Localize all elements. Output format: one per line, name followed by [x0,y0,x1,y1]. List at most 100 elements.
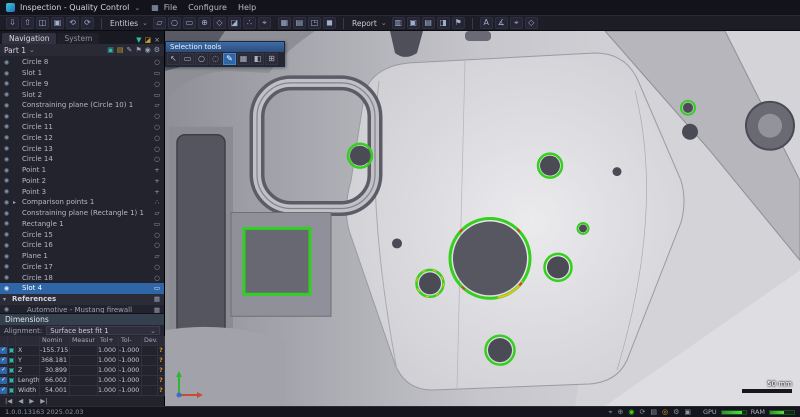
open-project-icon[interactable]: ◫ [36,17,49,29]
report-snapshot-icon[interactable]: ▣ [407,17,420,29]
create-polygon-icon[interactable]: ◇ [213,17,226,29]
chevron-down-icon[interactable]: ⌄ [134,4,140,12]
tab-navigation[interactable]: Navigation [2,33,56,44]
tree-item[interactable]: ◉Rectangle 1▭ [0,218,164,229]
mesh-view-icon[interactable]: ▤ [293,17,306,29]
visibility-eye-icon[interactable]: ◉ [3,91,10,98]
select-circle-icon[interactable]: ○ [195,53,208,65]
tree-item[interactable]: ◉▸Comparison points 1∴ [0,197,164,208]
status-camera-icon[interactable]: ◉ [628,409,634,416]
tree-item[interactable]: ◉Circle 8○ [0,57,164,68]
tree-item[interactable]: ◉Automotive - Mustang firewall▦ [0,305,164,313]
tree-item[interactable]: ◉Circle 18○ [0,272,164,283]
report-chart-icon[interactable]: ▤ [422,17,435,29]
tree-item[interactable]: ◉Circle 9○ [0,79,164,90]
tree-item[interactable]: ◉Point 1+ [0,165,164,176]
tree-item[interactable]: ◉Constraining plane (Circle 10) 1▱ [0,100,164,111]
dimensions-panel-title[interactable]: Dimensions [0,314,164,325]
visibility-eye-icon[interactable]: ◉ [3,177,10,184]
chevron-down-icon[interactable]: ⌄ [142,19,148,27]
menu-file[interactable]: File [164,3,177,12]
tree-item[interactable]: ◉Circle 12○ [0,132,164,143]
chevron-down-icon[interactable]: ⌄ [381,19,387,27]
visibility-eye-icon[interactable]: ◉ [3,253,10,260]
status-measure-icon[interactable]: ⌖ [609,409,613,416]
edit-icon[interactable]: ✎ [126,47,132,54]
tab-system[interactable]: System [57,33,99,44]
visibility-eye-icon[interactable]: ◉ [3,210,10,217]
part-header[interactable]: Part 1 ⌄ ▣▤✎⚑◉⚙ [0,44,164,56]
visibility-eye-icon[interactable]: ◉ [3,285,10,292]
prev-page-icon[interactable]: ◀ [18,398,23,405]
create-surface-icon[interactable]: ◪ [228,17,241,29]
create-point-icon[interactable]: ⊕ [198,17,211,29]
select-invert-icon[interactable]: ◧ [251,53,264,65]
select-freeform-icon[interactable]: ◌ [209,53,222,65]
export-data-icon[interactable]: ⇧ [21,17,34,29]
tree-item[interactable]: ◉Slot 2▭ [0,89,164,100]
visibility-eye-icon[interactable]: ◉ [3,145,10,152]
visibility-eye-icon[interactable]: ◉ [3,231,10,238]
comparison-points-icon[interactable]: ∴ [243,17,256,29]
visibility-eye-icon[interactable]: ◉ [3,102,10,109]
flag-icon[interactable]: ⚑ [135,47,141,54]
expand-arrow-icon[interactable]: ▸ [13,199,19,206]
last-page-icon[interactable]: ▶| [40,398,47,405]
alignment-tool-icon[interactable]: ⌖ [510,17,523,29]
row-checkbox[interactable]: ✓ [0,376,8,386]
color-map-icon[interactable]: ▣ [107,47,114,54]
visibility-eye-icon[interactable]: ◉ [3,220,10,227]
chevron-down-icon[interactable]: ⌄ [29,46,35,54]
annotations-icon[interactable]: A [480,17,493,29]
tree-item[interactable]: ◉Circle 11○ [0,122,164,133]
undo-icon[interactable]: ⟲ [66,17,79,29]
report-export-icon[interactable]: ◨ [437,17,450,29]
visibility-eye-icon[interactable]: ◉ [3,188,10,195]
status-layers-icon[interactable]: ▤ [650,409,657,416]
visibility-eye-icon[interactable]: ◉ [3,80,10,87]
viewport[interactable]: Selection tools ↖▭○◌✎▦◧⊞ 50 mm [165,31,800,406]
redo-icon[interactable]: ⟳ [81,17,94,29]
filter-icon[interactable]: ▼ [136,37,141,44]
grid-view-icon[interactable]: ▦ [278,17,291,29]
tree-item[interactable]: ◉Point 3+ [0,186,164,197]
first-page-icon[interactable]: |◀ [5,398,12,405]
tree-item[interactable]: ◉Circle 14○ [0,154,164,165]
help-icon[interactable]: ? [158,366,165,376]
selection-tools-title[interactable]: Selection tools [166,42,284,52]
select-brush-icon[interactable]: ✎ [223,53,236,65]
tree-item[interactable]: ◉Circle 10○ [0,111,164,122]
status-settings-icon[interactable]: ⚙ [673,409,679,416]
tree-item[interactable]: ◉Circle 17○ [0,262,164,273]
row-checkbox[interactable]: ✓ [0,386,8,396]
annotations-toggle-icon[interactable]: ▤ [117,47,124,54]
menu-configure[interactable]: Configure [188,3,227,12]
tree-settings-icon[interactable]: ⚙ [154,47,160,54]
close-panel-icon[interactable]: × [154,37,160,44]
next-page-icon[interactable]: ▶ [29,398,34,405]
camera-icon[interactable]: ◉ [145,47,151,54]
help-icon[interactable]: ? [158,356,165,366]
alignment-select[interactable]: Surface best fit 1 ⌄ [46,326,160,335]
visibility-eye-icon[interactable]: ◉ [3,199,10,206]
tree-item[interactable]: ◉Circle 13○ [0,143,164,154]
visibility-eye-icon[interactable]: ◉ [3,70,10,77]
tree-item[interactable]: ▾References▦ [0,294,164,305]
create-plane-icon[interactable]: ▱ [153,17,166,29]
visibility-eye-icon[interactable]: ◉ [3,263,10,270]
dimension-tool-icon[interactable]: ∡ [495,17,508,29]
row-checkbox[interactable]: ✓ [0,346,8,356]
tree-item[interactable]: ◉Plane 1▱ [0,251,164,262]
3d-scene[interactable] [165,31,800,406]
app-grid-icon[interactable]: ▦ [151,3,159,12]
tree-item[interactable]: ◉Circle 15○ [0,229,164,240]
status-target-icon[interactable]: ◎ [662,409,668,416]
wireframe-view-icon[interactable]: ◳ [308,17,321,29]
help-icon[interactable]: ? [158,346,165,356]
status-sync-icon[interactable]: ⟳ [639,409,645,416]
visibility-eye-icon[interactable]: ◉ [3,167,10,174]
tree-item[interactable]: ◉Slot 4▭ [0,283,164,294]
visibility-eye-icon[interactable]: ◉ [3,242,10,249]
create-slot-icon[interactable]: ▭ [183,17,196,29]
visibility-eye-icon[interactable]: ◉ [3,156,10,163]
